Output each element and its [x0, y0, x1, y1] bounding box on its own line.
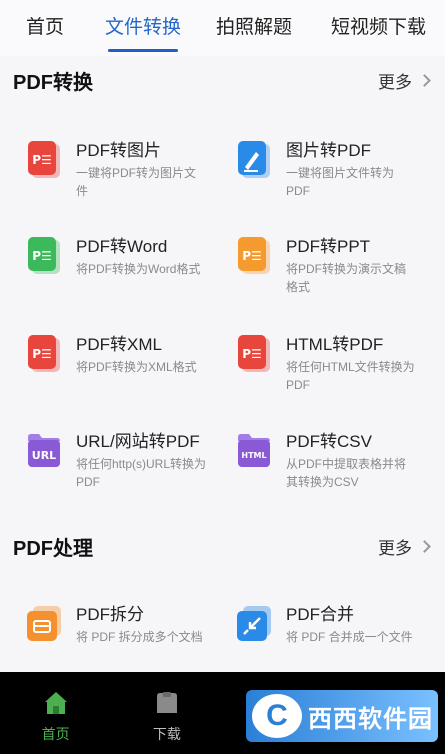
tool-title: PDF转Word — [76, 237, 168, 256]
tool-desc: 将PDF转换为Word格式 — [76, 262, 201, 276]
home-icon — [44, 692, 67, 714]
tool-html-to-pdf[interactable]: P☰ HTML转PDF 将任何HTML文件转换为PDF — [222, 324, 430, 416]
tool-title: PDF转PPT — [286, 237, 371, 256]
url-badge: URL — [32, 449, 56, 462]
tool-desc: 将 PDF 合并成一个文件 — [286, 630, 413, 644]
tool-pdf-to-image[interactable]: P☰ PDF转图片 一键将PDF转为图片文件 — [12, 130, 220, 222]
tool-desc: 一键将PDF转为图片文件 — [76, 166, 197, 198]
bottom-nav-label: 首页 — [41, 726, 70, 742]
pdf-icon: P☰ — [28, 237, 60, 274]
top-tab-bar: 首页 文件转换 拍照解题 短视频下载 — [0, 0, 445, 56]
tool-title: HTML转PDF — [286, 335, 384, 354]
pdf-icon: P☰ — [238, 335, 270, 372]
download-icon — [156, 692, 177, 713]
tab-photo-solve[interactable]: 拍照解题 — [196, 0, 312, 56]
section-header-process: PDF处理 更多 — [0, 522, 445, 566]
tool-title: PDF转图片 — [76, 141, 161, 160]
main-content: PDF转换 更多 P☰ PDF转图片 一键将PDF转为图片文件 图片转PDF 一… — [0, 56, 445, 672]
section-header-convert: PDF转换 更多 — [0, 56, 445, 100]
tool-desc: 将任何http(s)URL转换为PDF — [76, 457, 207, 489]
tool-desc: 将任何HTML文件转换为PDF — [286, 360, 415, 392]
more-button-process[interactable]: 更多 — [378, 534, 431, 559]
html-folder-icon: HTML — [238, 434, 270, 467]
watermark-text: 西西软件园 — [308, 705, 433, 733]
bottom-nav-home[interactable]: 首页 — [0, 672, 111, 754]
tool-title: URL/网站转PDF — [76, 432, 200, 451]
watermark-logo-mark: C — [252, 694, 302, 738]
split-icon — [27, 606, 61, 641]
tool-desc: 将 PDF 拆分成多个文档 — [76, 630, 203, 644]
tab-home-label: 首页 — [25, 17, 64, 38]
tool-title: PDF转CSV — [286, 432, 372, 451]
tool-image-to-pdf[interactable]: 图片转PDF 一键将图片文件转为PDF — [222, 130, 430, 222]
pdf-icon: P☰ — [28, 335, 60, 372]
tool-title: 图片转PDF — [286, 141, 371, 160]
section-title-convert: PDF转换 — [13, 72, 93, 94]
svg-text:P☰: P☰ — [242, 347, 262, 361]
tab-video-download[interactable]: 短视频下载 — [312, 0, 445, 56]
tab-photo-solve-label: 拍照解题 — [215, 17, 292, 38]
tool-desc: 一键将图片文件转为PDF — [286, 166, 395, 198]
tool-pdf-to-xml[interactable]: P☰ PDF转XML 将PDF转换为XML格式 — [12, 324, 220, 416]
tool-url-to-pdf[interactable]: URL URL/网站转PDF 将任何http(s)URL转换为PDF — [12, 421, 220, 513]
tool-pdf-to-ppt[interactable]: P☰ PDF转PPT 将PDF转换为演示文稿格式 — [222, 226, 430, 318]
tab-home[interactable]: 首页 — [0, 0, 90, 56]
tool-title: PDF拆分 — [76, 605, 144, 624]
chevron-right-icon — [418, 74, 431, 87]
pdf-icon: P☰ — [238, 237, 270, 274]
active-tab-indicator — [108, 49, 178, 52]
html-badge: HTML — [241, 451, 266, 460]
pdf-icon: P☰ — [28, 141, 60, 178]
merge-icon — [237, 606, 271, 641]
tool-desc: 将PDF转换为演示文稿格式 — [286, 262, 407, 294]
more-label: 更多 — [378, 73, 412, 92]
tool-desc: 从PDF中提取表格并将其转换为CSV — [286, 457, 407, 489]
tool-pdf-split[interactable]: PDF拆分 将 PDF 拆分成多个文档 — [12, 594, 220, 672]
tool-pdf-merge[interactable]: PDF合并 将 PDF 合并成一个文件 — [222, 594, 430, 672]
more-button-convert[interactable]: 更多 — [378, 68, 431, 93]
tab-file-convert[interactable]: 文件转换 — [90, 0, 196, 56]
more-label: 更多 — [378, 539, 412, 558]
svg-text:P☰: P☰ — [32, 153, 52, 167]
tool-title: PDF转XML — [76, 335, 162, 354]
tool-title: PDF合并 — [286, 605, 354, 624]
svg-text:P☰: P☰ — [32, 249, 52, 263]
watermark-logo: C 西西软件园 — [246, 690, 438, 742]
bottom-nav-download[interactable]: 下载 — [111, 672, 222, 754]
tab-file-convert-label: 文件转换 — [104, 17, 181, 38]
svg-text:P☰: P☰ — [32, 347, 52, 361]
image-pen-icon — [238, 141, 270, 178]
tool-pdf-to-word[interactable]: P☰ PDF转Word 将PDF转换为Word格式 — [12, 226, 220, 318]
chevron-right-icon — [418, 540, 431, 553]
tool-pdf-to-csv[interactable]: HTML PDF转CSV 从PDF中提取表格并将其转换为CSV — [222, 421, 430, 513]
tab-video-download-label: 短视频下载 — [330, 17, 426, 38]
bottom-nav-label: 下载 — [152, 726, 181, 742]
tool-desc: 将PDF转换为XML格式 — [76, 360, 197, 374]
url-folder-icon: URL — [28, 434, 60, 467]
section-title-process: PDF处理 — [13, 538, 93, 560]
svg-text:P☰: P☰ — [242, 249, 262, 263]
